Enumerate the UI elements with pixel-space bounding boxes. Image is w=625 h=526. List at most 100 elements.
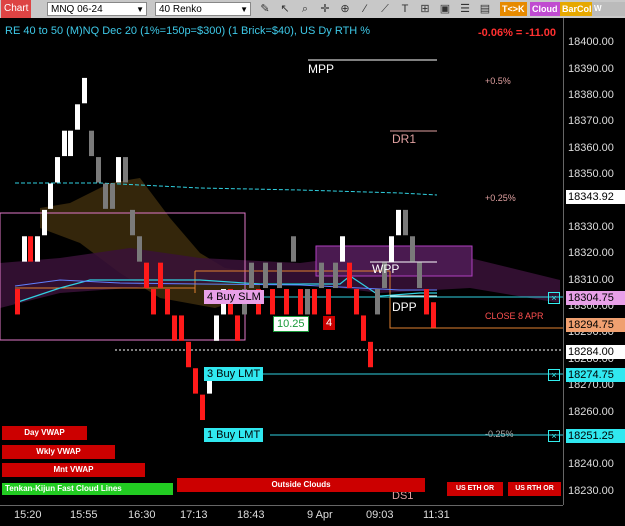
renko-brick [347,262,352,289]
renko-brick [35,236,40,262]
dr1-label: DR1 [392,132,417,146]
properties-icon[interactable]: ☰ [458,2,472,16]
renko-brick [375,289,380,315]
trend-icon[interactable]: ⟋ [378,2,392,16]
barcol-toggle[interactable]: BarCol [560,2,594,16]
mpp-label: MPP [308,62,335,76]
price-tag-last: 18284.00 [566,345,625,359]
renko-brick [298,289,303,315]
clouds-button[interactable]: Tenkan-Kijun Fast Cloud Lines [2,483,173,495]
cancel-lmt3-icon[interactable]: × [548,369,560,381]
chart-title: RE 40 to 50 (M)NQ Dec 20 (1%=150p=$300) … [5,25,371,37]
crosshair-icon[interactable]: ✛ [318,2,332,16]
day-vwap-button[interactable]: Day VWAP [2,426,87,440]
renko-brick [186,341,191,368]
renko-brick [96,157,101,183]
us-eth-or-button[interactable]: US ETH OR [447,482,503,496]
renko-brick [263,262,268,289]
buy-lmt-3-order[interactable]: 3 Buy LMT [204,367,264,381]
renko-brick [130,209,135,236]
price-tick: 18390.00 [568,62,614,75]
price-tag-slm: 18304.75 [566,291,625,305]
time-axis[interactable]: 15:20 15:55 16:30 17:13 18:43 9 Apr 09:0… [0,505,563,526]
renko-brick [55,157,60,183]
renko-brick [424,289,429,315]
search-icon[interactable]: ⌕ [298,2,312,16]
renko-brick [158,262,163,289]
layout-icon[interactable]: ▣ [438,2,452,16]
plus-05-label: +0.5% [485,76,511,86]
time-tick: 18:43 [237,509,265,521]
vwap-toggle[interactable]: W VWAV [592,2,625,27]
us-rth-or-button[interactable]: US RTH OR [508,482,561,496]
price-tick: 18380.00 [568,88,614,101]
pointer-icon[interactable]: ↖ [278,2,292,16]
chart-menu-button[interactable]: Chart [1,0,32,18]
zoom-icon[interactable]: ⊕ [338,2,352,16]
renko-brick [75,104,80,130]
cancel-lmt1-icon[interactable]: × [548,430,560,442]
price-tick: 18230.00 [568,484,614,497]
time-tick: 16:30 [128,509,156,521]
renko-brick [200,394,205,421]
price-tag-lmt3: 18274.75 [566,368,625,382]
cloud-toggle[interactable]: Cloud [530,2,560,16]
renko-brick [396,209,401,236]
price-axis[interactable]: 18230.0018240.0018250.0018260.0018270.00… [563,18,625,505]
chevron-down-icon: ▼ [240,5,248,14]
close-apr-label: CLOSE 8 APR [485,311,544,321]
price-tick: 18320.00 [568,247,614,260]
order-qty-box[interactable]: 4 [323,316,336,330]
buy-lmt-1-order[interactable]: 1 Buy LMT [204,428,264,442]
renko-brick [144,262,149,289]
list-icon[interactable]: ▤ [478,2,492,16]
timeframe-selector[interactable]: 40 Renko ▼ [155,2,251,16]
renko-brick [235,315,240,341]
tk-toggle[interactable]: T<>K [500,2,527,16]
renko-brick [42,209,47,236]
renko-brick [417,262,422,289]
renko-brick [103,183,108,209]
renko-brick [68,130,73,157]
line-icon[interactable]: ∕ [358,2,372,16]
renko-brick [410,236,415,262]
price-tick: 18330.00 [568,220,614,233]
renko-brick [277,262,282,289]
price-tag-lmt1: 18251.25 [566,429,625,443]
price-tick: 18400.00 [568,36,614,49]
renko-brick [89,130,94,157]
price-tag-dashline: 18343.92 [566,190,625,204]
mnt-vwap-button[interactable]: Mnt VWAP [2,463,145,477]
time-tick: 09:03 [366,509,394,521]
grid-icon[interactable]: ⊞ [418,2,432,16]
time-tick: 15:20 [14,509,42,521]
price-tick: 18240.00 [568,458,614,471]
order-size-box[interactable]: 10.25 [273,316,309,332]
wkly-vwap-button[interactable]: Wkly VWAP [2,445,115,459]
renko-brick [389,236,394,262]
buy-slm-order[interactable]: 4 Buy SLM [204,290,264,304]
renko-brick [28,236,33,262]
price-tick: 18310.00 [568,273,614,286]
instrument-selector[interactable]: MNQ 06-24 ▼ [47,2,147,16]
renko-brick [123,157,128,183]
plus-025-label: +0.25% [485,193,516,203]
renko-brick [179,315,184,341]
outside-clouds-button[interactable]: Outside Clouds [177,478,425,492]
renko-brick [82,77,87,104]
renko-brick [116,157,121,183]
toolbar: Chart MNQ 06-24 ▼ 40 Renko ▼ ✎ ↖ ⌕ ✛ ⊕ ∕… [0,0,625,27]
renko-brick [48,183,53,209]
text-icon[interactable]: T [398,2,412,16]
draw-icon[interactable]: ✎ [258,2,272,16]
cancel-slm-icon[interactable]: × [548,292,560,304]
renko-brick [193,368,198,394]
price-tick: 18370.00 [568,115,614,128]
renko-brick [110,183,115,209]
renko-brick [214,315,219,341]
price-tick: 18350.00 [568,168,614,181]
renko-brick [249,262,254,289]
renko-brick [326,289,331,315]
renko-brick [165,289,170,315]
renko-brick [62,130,67,157]
